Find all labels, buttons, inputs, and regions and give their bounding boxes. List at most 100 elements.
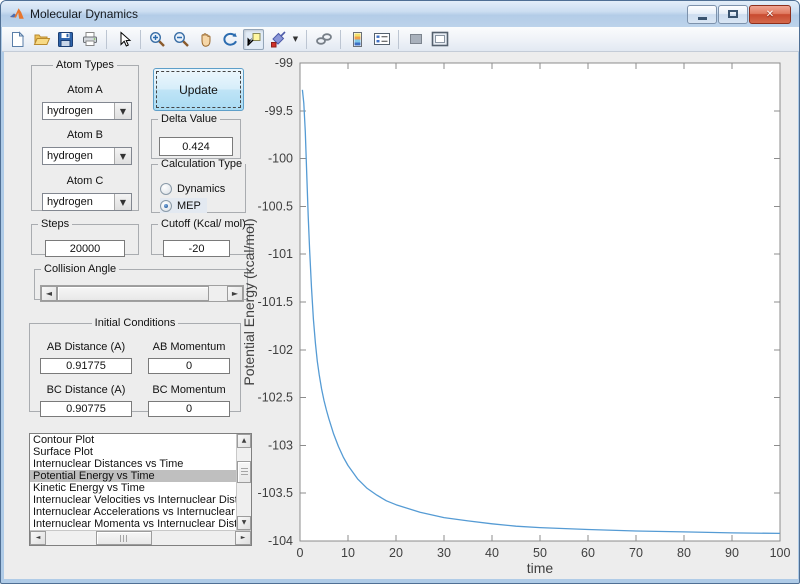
new-file-icon — [12, 30, 25, 47]
pan-button[interactable] — [195, 29, 216, 50]
list-item[interactable]: Surface Plot — [30, 446, 236, 458]
x-tick-label: 30 — [437, 546, 451, 560]
arrow-left-icon: ◄ — [35, 534, 41, 541]
atom-a-dropdown[interactable]: hydrogen ▼ — [42, 102, 132, 120]
close-icon: ✕ — [765, 8, 775, 20]
link-plots-icon — [315, 33, 332, 45]
radio-dynamics-label: Dynamics — [177, 182, 226, 195]
delta-value-panel: Delta Value — [151, 113, 241, 159]
atom-types-legend: Atom Types — [56, 59, 114, 71]
legend-icon — [373, 33, 390, 45]
y-tick-label: -104 — [268, 534, 293, 548]
list-item[interactable]: Internuclear Accelerations vs Internucle… — [30, 506, 236, 518]
slider-track[interactable] — [209, 286, 227, 301]
y-tick-label: -99 — [275, 56, 293, 70]
show-plot-tools-button[interactable] — [429, 29, 450, 50]
print-button[interactable] — [79, 29, 100, 50]
radio-mep[interactable]: MEP — [160, 198, 207, 213]
zoom-out-button[interactable] — [171, 29, 192, 50]
atom-c-label: Atom C — [66, 175, 104, 187]
atom-c-dropdown-button[interactable]: ▼ — [114, 194, 131, 210]
thumb-grip — [120, 534, 128, 542]
window-title: Molecular Dynamics — [30, 7, 139, 21]
arrow-left-icon: ◄ — [45, 288, 53, 298]
collision-angle-slider[interactable]: ◄ ► — [40, 285, 244, 302]
steps-field[interactable] — [45, 240, 125, 257]
hscroll-track[interactable] — [152, 531, 235, 545]
data-cursor-icon — [247, 32, 261, 46]
chevron-down-icon: ▼ — [119, 197, 127, 207]
listbox-horizontal-scrollbar[interactable]: ◄ ► — [30, 530, 251, 545]
y-tick-label: -102.5 — [258, 391, 293, 405]
insert-legend-button[interactable] — [371, 29, 392, 50]
ab-distance-field[interactable] — [40, 358, 132, 374]
y-tick-label: -101 — [268, 247, 293, 261]
bc-distance-label: BC Distance (A) — [46, 384, 126, 396]
x-tick-label: 100 — [770, 546, 791, 560]
rotate-3d-button[interactable] — [219, 29, 240, 50]
x-tick-label: 70 — [629, 546, 643, 560]
bc-momentum-field[interactable] — [148, 401, 230, 417]
list-item[interactable]: Kinetic Energy vs Time — [30, 482, 236, 494]
pointer-icon — [120, 31, 131, 47]
zoom-in-button[interactable] — [147, 29, 168, 50]
list-item[interactable]: Contour Plot — [30, 434, 236, 446]
scroll-left-button[interactable]: ◄ — [30, 531, 46, 545]
link-plots-button[interactable] — [313, 29, 334, 50]
initial-conditions-panel: Initial Conditions AB Distance (A) AB Mo… — [29, 317, 241, 417]
atom-a-dropdown-button[interactable]: ▼ — [114, 103, 131, 119]
x-tick-label: 60 — [581, 546, 595, 560]
atom-b-label: Atom B — [66, 129, 104, 141]
calculation-type-legend: Calculation Type — [161, 158, 243, 170]
toolbar-separator — [140, 29, 141, 49]
collision-angle-legend: Collision Angle — [44, 263, 117, 275]
list-item[interactable]: Internuclear Velocities vs Internuclear … — [30, 494, 236, 506]
delta-value-field[interactable] — [159, 137, 233, 156]
x-tick-label: 0 — [297, 546, 304, 560]
close-button[interactable]: ✕ — [749, 4, 791, 24]
brush-dropdown-caret-icon[interactable]: ▼ — [291, 35, 300, 43]
ab-momentum-field[interactable] — [148, 358, 230, 374]
slider-left-arrow[interactable]: ◄ — [41, 286, 57, 301]
hide-plot-tools-icon — [409, 34, 422, 44]
figure-toolbar: ▼ — [2, 27, 799, 52]
y-axis-label: Potential Energy (kcal/mol) — [241, 218, 257, 385]
atom-c-value: hydrogen — [47, 196, 93, 208]
y-tick-label: -103 — [268, 438, 293, 452]
list-item[interactable]: Internuclear Momenta vs Internuclear Dis… — [30, 518, 236, 530]
insert-colorbar-button[interactable] — [347, 29, 368, 50]
hide-plot-tools-button[interactable] — [405, 29, 426, 50]
radio-dynamics[interactable]: Dynamics — [160, 181, 231, 196]
brush-icon — [271, 30, 286, 47]
minimize-icon — [697, 17, 707, 20]
atom-b-dropdown-button[interactable]: ▼ — [114, 148, 131, 164]
titlebar: Molecular Dynamics ✕ — [1, 1, 799, 27]
app-window: Molecular Dynamics ✕ ▼ Atom Types Atom A… — [0, 0, 800, 584]
ab-distance-label: AB Distance (A) — [46, 341, 126, 353]
maximize-icon — [728, 10, 738, 18]
x-tick-label: 80 — [677, 546, 691, 560]
update-button[interactable]: Update — [153, 68, 244, 111]
atom-b-dropdown[interactable]: hydrogen ▼ — [42, 147, 132, 165]
steps-panel: Steps — [31, 218, 139, 257]
list-item[interactable]: Internuclear Distances vs Time — [30, 458, 236, 470]
open-file-button[interactable] — [31, 29, 52, 50]
brush-button[interactable] — [267, 29, 288, 50]
pointer-button[interactable] — [113, 29, 134, 50]
save-button[interactable] — [55, 29, 76, 50]
new-file-button[interactable] — [7, 29, 28, 50]
rotate-3d-icon — [223, 32, 237, 46]
minimize-button[interactable] — [687, 4, 717, 24]
slider-thumb[interactable] — [57, 286, 209, 301]
data-cursor-button[interactable] — [243, 28, 264, 50]
plot-background[interactable] — [300, 63, 780, 541]
bc-distance-field[interactable] — [40, 401, 132, 417]
maximize-button[interactable] — [718, 4, 748, 24]
atom-c-dropdown[interactable]: hydrogen ▼ — [42, 193, 132, 211]
cutoff-field[interactable] — [163, 240, 230, 257]
potential-energy-plot[interactable]: 0 10 20 30 40 50 60 70 80 90 100 -99 -99.5 -100 -100.5… — [241, 53, 800, 579]
bc-momentum-label: BC Momentum — [152, 384, 226, 396]
radio-unchecked-icon — [160, 182, 172, 195]
hscroll-thumb[interactable] — [96, 531, 152, 545]
list-item[interactable]: Potential Energy vs Time — [30, 470, 236, 482]
